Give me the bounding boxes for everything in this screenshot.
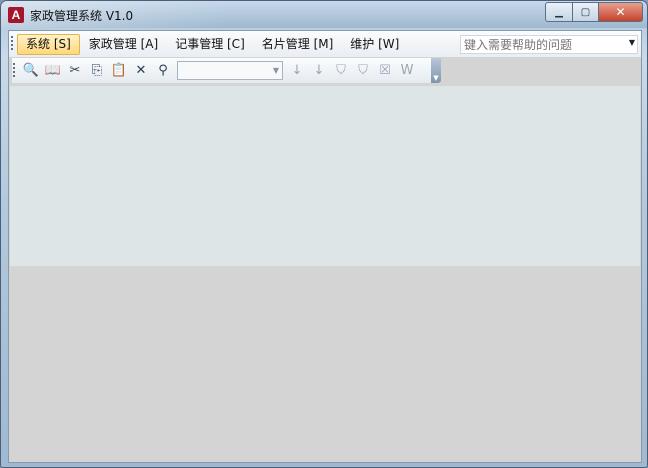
main-window: A 家政管理系统 V1.0 ▁ ▢ ✕ 系统 [S] 家政管理 [A] 记事管理… [0,0,648,468]
window-title: 家政管理系统 V1.0 [30,9,134,23]
menu-maintenance[interactable]: 维护 [W] [342,34,407,55]
help-question-box[interactable]: ▼ [460,35,638,54]
main-menu: 系统 [S] 家政管理 [A] 记事管理 [C] 名片管理 [M] 维护 [W] [17,34,408,55]
cut-icon: ✂ [69,63,81,78]
combo-dropdown-arrow-icon[interactable]: ▼ [270,62,282,79]
object-combo-box[interactable]: ▼ [177,61,283,80]
paste-button[interactable]: 📋 [108,61,130,80]
print-preview-button[interactable]: 🔍 [20,61,42,80]
database-toolbar: 🔍 📖 ✂ ⎘ 📋 ✕ ⚲ ▼ ↓ ↓ ⛉ ⛉ ☒ W ▼ [12,58,441,83]
menu-system[interactable]: 系统 [S] [17,34,80,55]
open-button[interactable]: 📖 [42,61,64,80]
copy-button[interactable]: ⎘ [86,61,108,80]
delete-button[interactable]: ✕ [130,61,152,80]
apply-filter-icon: ☒ [379,63,391,78]
document-area [10,86,640,266]
find-button[interactable]: ⚲ [152,61,174,80]
help-search-input[interactable] [461,36,624,53]
maximize-button[interactable]: ▢ [573,2,599,22]
paste-icon: 📋 [110,63,128,78]
menu-housekeeping[interactable]: 家政管理 [A] [81,34,166,55]
window-controls: ▁ ▢ ✕ [545,2,643,22]
help-dropdown-arrow-icon[interactable]: ▼ [629,38,635,47]
menu-business-cards[interactable]: 名片管理 [M] [254,34,342,55]
word-icon: W [400,63,414,78]
filter-by-form-icon: ⛉ [358,63,368,78]
delete-icon: ✕ [135,63,147,78]
access-app-icon[interactable]: A [8,7,24,23]
toolbar-options-icon[interactable]: ▼ [431,58,441,83]
filter-by-selection-icon: ⛉ [336,63,346,78]
print-preview-icon: 🔍 [22,63,40,78]
title-bar[interactable]: A 家政管理系统 V1.0 ▁ ▢ ✕ [1,1,647,28]
sort-ascending-button[interactable]: ↓ [286,61,308,80]
cut-button[interactable]: ✂ [64,61,86,80]
menu-bar: 系统 [S] 家政管理 [A] 记事管理 [C] 名片管理 [M] 维护 [W]… [9,31,641,57]
toolbar-buttons: 🔍 📖 ✂ ⎘ 📋 ✕ ⚲ ▼ ↓ ↓ ⛉ ⛉ ☒ W [20,61,418,80]
close-button[interactable]: ✕ [599,2,643,22]
sort-ascending-icon: ↓ [291,63,303,78]
filter-by-selection-button[interactable]: ⛉ [330,61,352,80]
sort-descending-button[interactable]: ↓ [308,61,330,80]
minimize-icon: ▁ [555,6,563,18]
client-area: 系统 [S] 家政管理 [A] 记事管理 [C] 名片管理 [M] 维护 [W]… [8,30,642,463]
maximize-icon: ▢ [580,6,591,18]
sort-descending-icon: ↓ [313,63,325,78]
apply-filter-button[interactable]: ☒ [374,61,396,80]
open-book-icon: 📖 [44,63,62,78]
menu-notes[interactable]: 记事管理 [C] [167,34,253,55]
close-icon: ✕ [615,5,626,19]
filter-by-form-button[interactable]: ⛉ [352,61,374,80]
copy-icon: ⎘ [91,63,103,78]
find-icon: ⚲ [158,63,168,78]
minimize-button[interactable]: ▁ [545,2,573,22]
word-export-button[interactable]: W [396,61,418,80]
toolbar-grip-icon[interactable] [13,63,16,79]
menu-bar-grip-icon[interactable] [11,36,14,52]
